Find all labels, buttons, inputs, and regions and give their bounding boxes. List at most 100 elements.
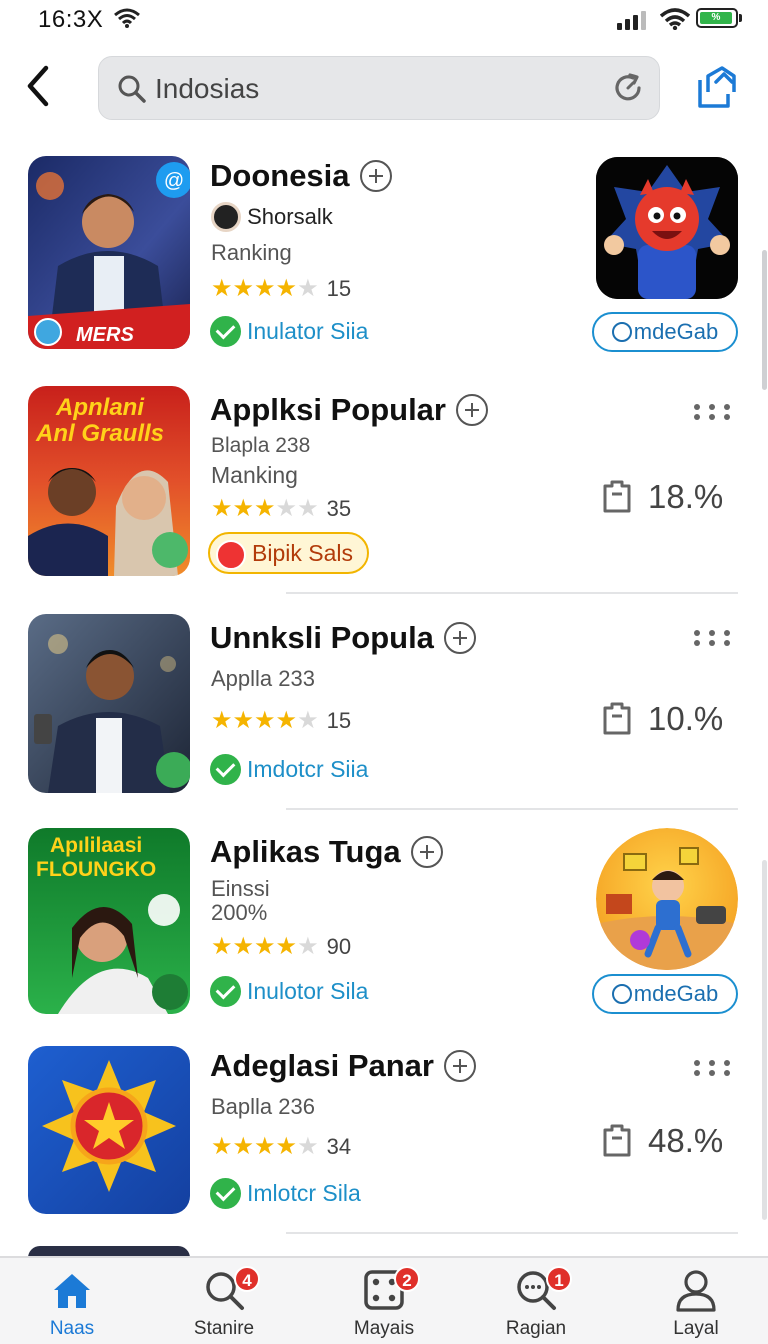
rating-count: 15 xyxy=(326,708,352,733)
app-thumbnail-label: Anl Graulls xyxy=(36,420,165,447)
user-icon xyxy=(676,1270,716,1312)
app-subtitle: 200% xyxy=(211,900,268,925)
status-bar: 16:3X % xyxy=(0,0,768,44)
action-button[interactable]: mdeGab xyxy=(592,974,738,1014)
app-thumbnail[interactable] xyxy=(28,1046,190,1214)
promo-label: Bipik Sals xyxy=(252,540,353,566)
battery-icon: % xyxy=(696,8,742,28)
check-circle-icon xyxy=(210,976,241,1007)
search-input[interactable] xyxy=(155,69,595,109)
app-thumbnail[interactable]: Apnlani Anl Graulls xyxy=(28,386,190,576)
verified-label: Inulotor Sila xyxy=(247,978,369,1004)
nav-item-profile[interactable]: Layal xyxy=(636,1258,756,1344)
check-circle-icon xyxy=(210,316,241,347)
app-subtitle: Blapla 238 xyxy=(211,434,311,457)
app-subtitle: Einssi xyxy=(211,876,270,901)
game-character-icon xyxy=(596,828,738,970)
featured-app-icon[interactable] xyxy=(596,157,738,299)
star-badge-icon xyxy=(28,1046,190,1214)
developer-row: Shorsalk xyxy=(211,202,333,232)
promo-badge[interactable]: Bipik Sals xyxy=(208,532,369,574)
app-thumbnail-art xyxy=(28,614,190,793)
notification-badge: 4 xyxy=(234,1266,260,1292)
nav-item-games[interactable]: 2 Mayais xyxy=(324,1258,444,1344)
star-rating-icon: ★★★★★ xyxy=(211,275,319,302)
star-rating-icon: ★★★★★ xyxy=(211,1133,319,1160)
add-icon[interactable] xyxy=(359,159,392,192)
app-title[interactable]: Aplikas Tuga xyxy=(210,834,443,870)
search-icon xyxy=(118,75,146,103)
add-icon[interactable] xyxy=(455,393,488,426)
check-circle-icon xyxy=(210,754,241,785)
app-subtitle: Ranking xyxy=(211,240,292,265)
divider xyxy=(286,592,738,594)
verified-badge[interactable]: Inulotor Sila xyxy=(210,976,368,1008)
check-circle-icon xyxy=(210,1178,241,1209)
featured-app-icon[interactable] xyxy=(596,828,738,970)
verified-badge[interactable]: Imlotcr Sila xyxy=(210,1178,361,1210)
nav-label: Ragian xyxy=(505,1318,567,1339)
notification-badge: 2 xyxy=(394,1266,420,1292)
rating-count: 35 xyxy=(326,496,352,521)
rating-row: ★★★★★ 35 xyxy=(211,494,351,523)
timer-icon xyxy=(611,321,632,342)
svg-text:@: @ xyxy=(164,170,184,192)
action-button[interactable]: mdeGab xyxy=(592,312,738,352)
divider xyxy=(286,1232,738,1234)
add-icon[interactable] xyxy=(443,621,476,654)
percent-value: 48.% xyxy=(648,1122,724,1159)
refresh-icon[interactable] xyxy=(611,71,645,105)
developer-avatar-icon xyxy=(211,202,241,232)
search-bar[interactable] xyxy=(98,56,660,120)
divider xyxy=(286,808,738,810)
verified-label: Imdotcr Siia xyxy=(247,756,369,782)
percent-value: 10.% xyxy=(648,700,724,737)
verified-label: Imlotcr Sila xyxy=(247,1180,361,1206)
app-thumbnail-label: FLOUNGKO xyxy=(36,858,157,881)
nav-item-home[interactable]: Naas xyxy=(12,1258,132,1344)
nav-item-messages[interactable]: 1 Ragian xyxy=(476,1258,596,1344)
rating-count: 90 xyxy=(326,934,352,959)
app-title[interactable]: Doonesia xyxy=(210,158,392,194)
back-button[interactable] xyxy=(22,64,58,108)
timer-icon xyxy=(611,983,632,1004)
app-thumbnail[interactable]: Apılilaasi FLOUNGKO xyxy=(28,828,190,1014)
document-icon xyxy=(603,480,631,513)
mascot-icon xyxy=(596,157,738,299)
size-row: 18.% xyxy=(602,478,723,516)
app-thumbnail-label: Apılilaasi xyxy=(50,834,143,857)
app-title[interactable]: Unnksli Popula xyxy=(210,620,476,656)
more-options-icon[interactable] xyxy=(694,630,734,646)
cellular-signal-icon xyxy=(617,11,646,30)
chevron-left-icon xyxy=(27,65,49,107)
app-thumbnail[interactable] xyxy=(28,614,190,793)
verified-badge[interactable]: Inulator Siia xyxy=(210,316,368,348)
app-thumbnail[interactable]: @ MERS xyxy=(28,156,190,349)
scrollbar[interactable] xyxy=(762,250,767,390)
app-thumbnail-label: MERS xyxy=(76,324,134,346)
more-options-icon[interactable] xyxy=(694,1060,734,1076)
more-options-icon[interactable] xyxy=(694,404,734,420)
app-thumbnail-label: Apnlani xyxy=(56,394,144,421)
app-title[interactable]: Applksi Popular xyxy=(210,392,488,428)
size-row: 48.% xyxy=(602,1122,723,1160)
app-thumbnail-art: @ xyxy=(28,156,190,349)
share-icon xyxy=(698,66,736,108)
rating-row: ★★★★★ 34 xyxy=(211,1132,351,1161)
verified-badge[interactable]: Imdotcr Siia xyxy=(210,754,368,786)
share-button[interactable] xyxy=(694,62,742,112)
nav-label: Layal xyxy=(673,1318,719,1339)
wifi-icon xyxy=(660,8,690,30)
add-icon[interactable] xyxy=(443,1049,476,1082)
document-icon xyxy=(603,1124,631,1157)
rating-count: 34 xyxy=(326,1134,352,1159)
nav-item-search[interactable]: 4 Stanire xyxy=(164,1258,284,1344)
add-icon[interactable] xyxy=(410,835,443,868)
document-icon xyxy=(603,702,631,735)
rating-row: ★★★★★ 90 xyxy=(211,932,351,961)
app-title[interactable]: Adeglasi Panar xyxy=(210,1048,476,1084)
star-rating-icon: ★★★★★ xyxy=(211,707,319,734)
scrollbar-track xyxy=(762,860,767,1220)
verified-label: Inulator Siia xyxy=(247,318,369,344)
star-rating-icon: ★★★★★ xyxy=(211,495,319,522)
